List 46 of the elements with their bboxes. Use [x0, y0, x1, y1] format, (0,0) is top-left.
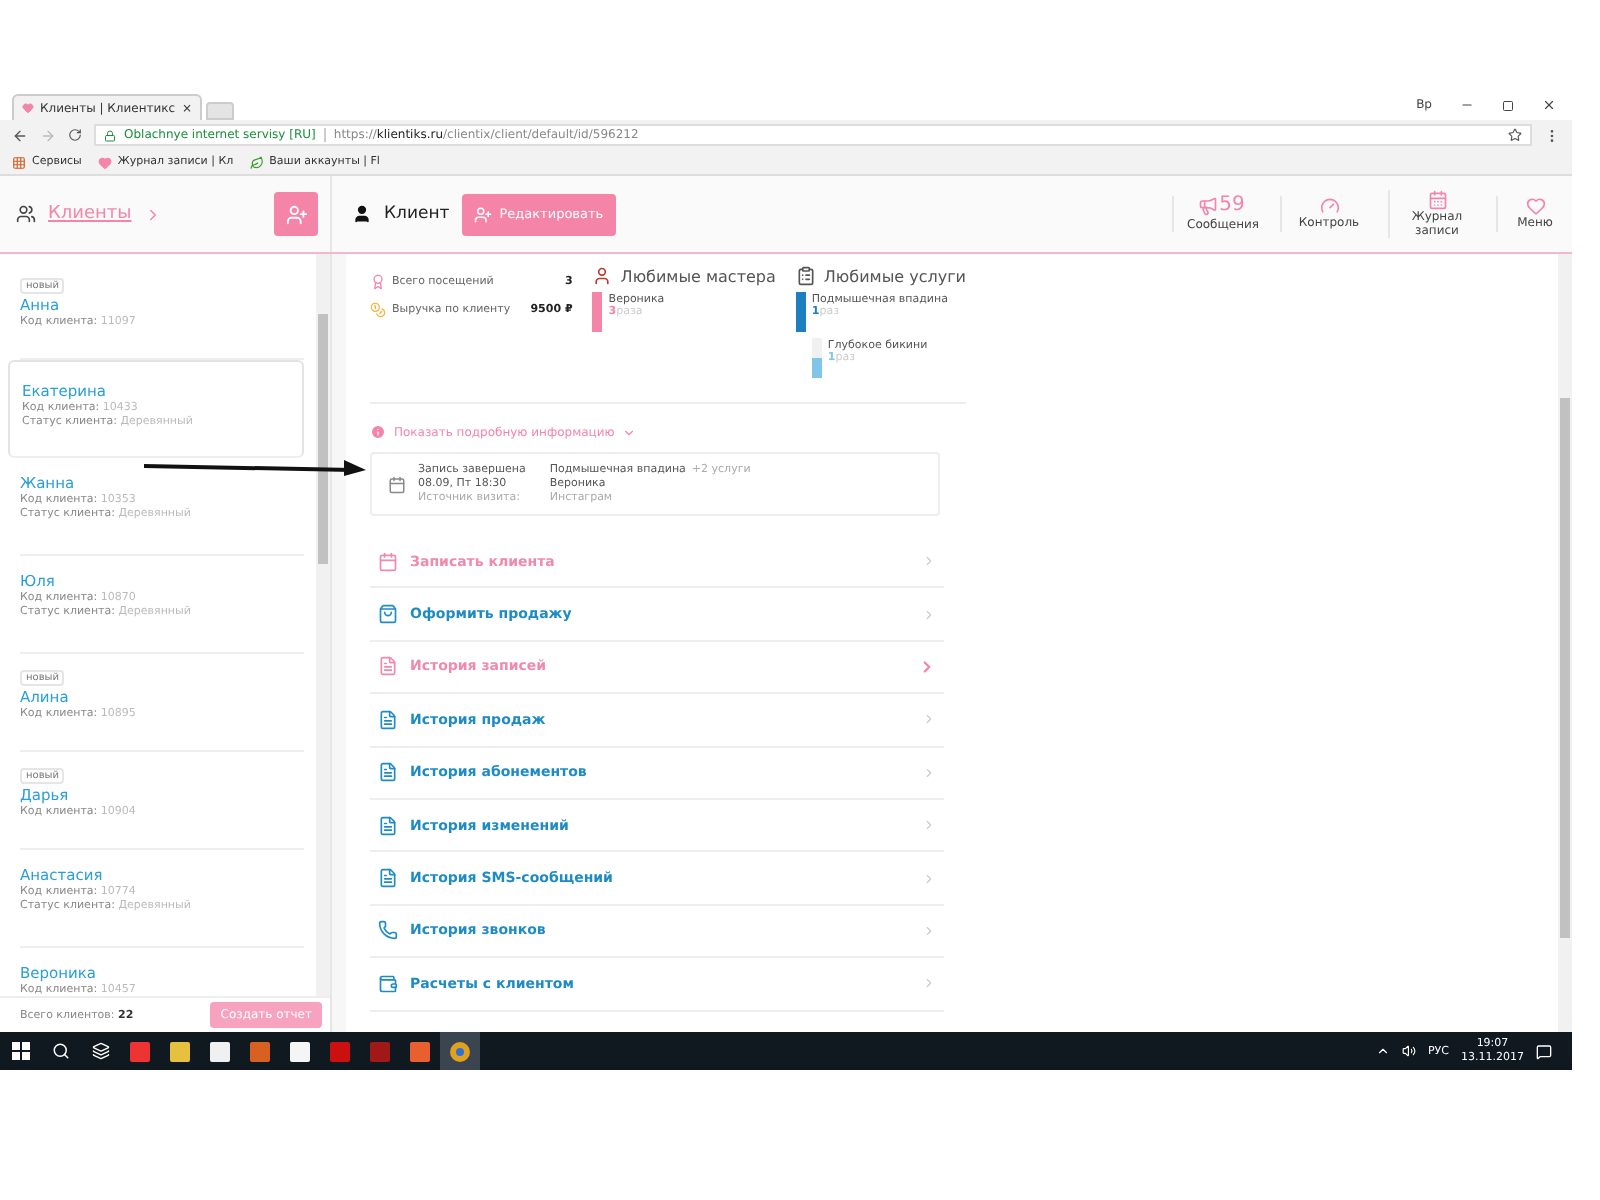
megaphone-icon — [1197, 196, 1218, 217]
document-icon — [378, 868, 398, 889]
clients-link[interactable]: Клиенты — [48, 204, 132, 224]
document-icon — [378, 762, 398, 783]
lock-icon — [104, 129, 116, 141]
list-icon — [795, 266, 816, 286]
leaf-icon — [249, 155, 264, 169]
bag-icon — [378, 604, 398, 625]
heart-icon — [1525, 196, 1545, 217]
info-icon — [370, 424, 386, 440]
apps-grid-icon — [12, 155, 26, 169]
calendar-icon — [1427, 190, 1447, 211]
master-icon — [592, 266, 613, 286]
heart-icon — [22, 102, 34, 114]
search-icon[interactable] — [51, 1042, 69, 1060]
windows-logo-icon[interactable] — [11, 1042, 29, 1060]
users-icon — [16, 204, 36, 224]
chevron-down-icon — [622, 425, 637, 439]
gauge-icon — [1319, 196, 1339, 217]
add-user-icon — [473, 205, 492, 223]
badge-icon — [370, 274, 386, 290]
browser-app-icon[interactable] — [450, 1041, 470, 1061]
speaker-icon[interactable] — [1401, 1044, 1416, 1058]
document-icon — [378, 815, 398, 836]
section-title: Любимые услуги — [823, 267, 966, 285]
wallet-icon — [378, 973, 398, 994]
minimize-icon[interactable] — [1460, 98, 1474, 112]
maximize-icon[interactable] — [1502, 99, 1514, 111]
task-view-icon[interactable] — [91, 1042, 109, 1060]
heart-icon — [97, 155, 112, 169]
phone-icon — [378, 920, 398, 941]
page-title: Клиент — [384, 204, 450, 224]
section-title: Любимые мастера — [620, 267, 776, 285]
document-icon — [378, 656, 398, 677]
add-user-icon — [285, 203, 307, 225]
document-icon — [378, 709, 398, 730]
back-icon[interactable] — [12, 127, 28, 143]
calendar-icon — [378, 551, 398, 572]
chevron-up-icon[interactable] — [1375, 1044, 1390, 1058]
reload-icon[interactable] — [68, 128, 82, 142]
close-icon[interactable] — [1542, 98, 1556, 112]
star-icon[interactable] — [1508, 128, 1522, 142]
notifications-icon[interactable] — [1536, 1043, 1552, 1059]
user-icon — [352, 204, 372, 224]
coins-icon — [370, 302, 386, 318]
calendar-icon — [388, 475, 406, 493]
